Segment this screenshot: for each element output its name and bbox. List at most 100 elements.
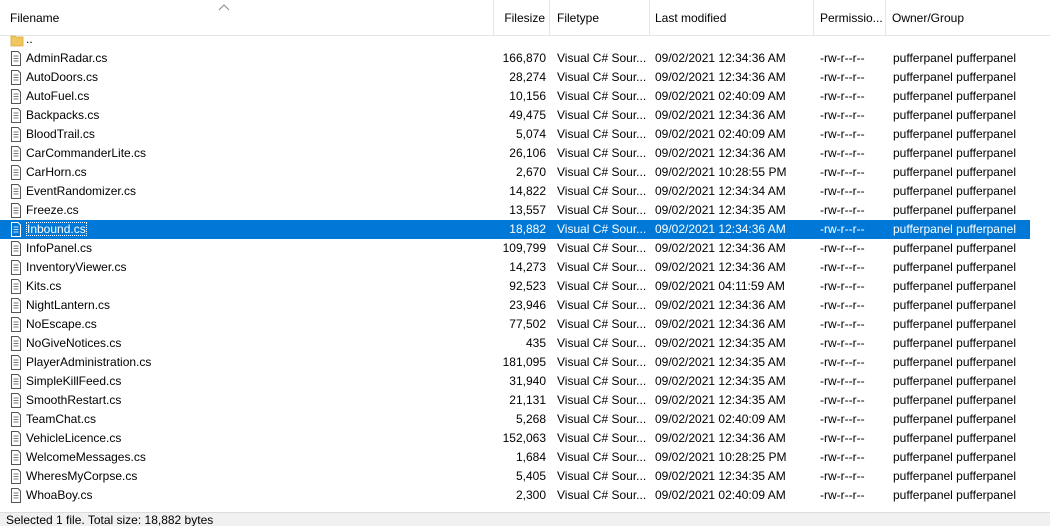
file-icon bbox=[11, 241, 21, 256]
file-owner-group: pufferpanel pufferpanel bbox=[893, 431, 1016, 445]
file-name: VehicleLicence.cs bbox=[26, 431, 122, 445]
file-permissions: -rw-r--r-- bbox=[820, 412, 865, 426]
file-row[interactable]: Freeze.cs 13,557 Visual C# Sour... 09/02/20… bbox=[0, 201, 1030, 220]
file-name: CarHorn.cs bbox=[26, 165, 87, 179]
file-row[interactable]: BloodTrail.cs 5,074 Visual C# Sour... 09/02… bbox=[0, 125, 1030, 144]
file-row[interactable]: AdminRadar.cs 166,870 Visual C# Sour... 09/… bbox=[0, 49, 1030, 68]
file-name: NightLantern.cs bbox=[26, 298, 111, 312]
file-row[interactable]: Inbound.cs 18,882 Visual C# Sour... 09/02/2… bbox=[0, 220, 1030, 239]
file-type: Visual C# Sour... bbox=[557, 317, 647, 331]
file-row[interactable]: InventoryViewer.cs 14,273 Visual C# Sour..… bbox=[0, 258, 1030, 277]
file-permissions: -rw-r--r-- bbox=[820, 450, 865, 464]
file-row[interactable]: AutoFuel.cs 10,156 Visual C# Sour... 09/02/… bbox=[0, 87, 1030, 106]
file-name: NoGiveNotices.cs bbox=[26, 336, 122, 350]
file-row[interactable]: VehicleLicence.cs 152,063 Visual C# Sour..… bbox=[0, 429, 1030, 448]
file-permissions: -rw-r--r-- bbox=[820, 260, 865, 274]
file-row[interactable]: CarHorn.cs 2,670 Visual C# Sour... 09/02/20… bbox=[0, 163, 1030, 182]
file-size: 435 bbox=[525, 336, 546, 350]
file-owner-group: pufferpanel pufferpanel bbox=[893, 488, 1016, 502]
file-icon bbox=[11, 260, 21, 275]
file-row[interactable]: WelcomeMessages.cs 1,684 Visual C# Sour...… bbox=[0, 448, 1030, 467]
file-name: WhoaBoy.cs bbox=[26, 488, 93, 502]
file-size: 23,946 bbox=[509, 298, 546, 312]
file-owner-group: pufferpanel pufferpanel bbox=[893, 203, 1016, 217]
file-permissions: -rw-r--r-- bbox=[820, 317, 865, 331]
file-permissions: -rw-r--r-- bbox=[820, 70, 865, 84]
file-permissions: -rw-r--r-- bbox=[820, 184, 865, 198]
file-permissions: -rw-r--r-- bbox=[820, 89, 865, 103]
file-icon bbox=[11, 317, 21, 332]
file-type: Visual C# Sour... bbox=[557, 241, 647, 255]
file-row[interactable]: InfoPanel.cs 109,799 Visual C# Sour... 09/0… bbox=[0, 239, 1030, 258]
parent-directory-row[interactable]: .. bbox=[0, 30, 1030, 49]
file-type: Visual C# Sour... bbox=[557, 298, 647, 312]
file-size: 166,870 bbox=[502, 51, 546, 65]
parent-directory-label: .. bbox=[26, 32, 33, 46]
file-size: 1,684 bbox=[515, 450, 546, 464]
status-bar: Selected 1 file. Total size: 18,882 byte… bbox=[0, 512, 1050, 526]
file-row[interactable]: Kits.cs 92,523 Visual C# Sour... 09/02/2021… bbox=[0, 277, 1030, 296]
file-icon bbox=[11, 469, 21, 484]
file-size: 2,300 bbox=[515, 488, 546, 502]
file-name: WheresMyCorpse.cs bbox=[26, 469, 138, 483]
file-type: Visual C# Sour... bbox=[557, 146, 647, 160]
file-row[interactable]: SmoothRestart.cs 21,131 Visual C# Sour... 0… bbox=[0, 391, 1030, 410]
file-type: Visual C# Sour... bbox=[557, 279, 647, 293]
file-type: Visual C# Sour... bbox=[557, 431, 647, 445]
file-name: BloodTrail.cs bbox=[26, 127, 95, 141]
file-permissions: -rw-r--r-- bbox=[820, 431, 865, 445]
file-type: Visual C# Sour... bbox=[557, 70, 647, 84]
file-type: Visual C# Sour... bbox=[557, 412, 647, 426]
file-type: Visual C# Sour... bbox=[557, 127, 647, 141]
file-row[interactable]: WhoaBoy.cs 2,300 Visual C# Sour... 09/02/20… bbox=[0, 486, 1030, 505]
file-size: 13,557 bbox=[509, 203, 546, 217]
file-icon bbox=[11, 355, 21, 370]
file-size: 21,131 bbox=[509, 393, 546, 407]
file-last-modified: 09/02/2021 12:34:36 AM bbox=[655, 241, 786, 255]
file-permissions: -rw-r--r-- bbox=[820, 393, 865, 407]
file-icon bbox=[11, 412, 21, 427]
file-row[interactable]: PlayerAdministration.cs 181,095 Visual C# … bbox=[0, 353, 1030, 372]
file-owner-group: pufferpanel pufferpanel bbox=[893, 146, 1016, 160]
file-row[interactable]: NoGiveNotices.cs 435 Visual C# Sour... 09/0… bbox=[0, 334, 1030, 353]
file-name: NoEscape.cs bbox=[26, 317, 97, 331]
file-name: InventoryViewer.cs bbox=[26, 260, 127, 274]
file-last-modified: 09/02/2021 12:34:34 AM bbox=[655, 184, 786, 198]
file-row[interactable]: EventRandomizer.cs 14,822 Visual C# Sour..… bbox=[0, 182, 1030, 201]
file-last-modified: 09/02/2021 04:11:59 AM bbox=[655, 279, 785, 293]
file-last-modified: 09/02/2021 02:40:09 AM bbox=[655, 412, 786, 426]
file-size: 5,074 bbox=[515, 127, 546, 141]
file-permissions: -rw-r--r-- bbox=[820, 222, 865, 236]
file-owner-group: pufferpanel pufferpanel bbox=[893, 279, 1016, 293]
file-last-modified: 09/02/2021 12:34:36 AM bbox=[655, 108, 786, 122]
file-size: 18,882 bbox=[509, 222, 546, 236]
file-row[interactable]: NightLantern.cs 23,946 Visual C# Sour... 09… bbox=[0, 296, 1030, 315]
file-last-modified: 09/02/2021 12:34:35 AM bbox=[655, 203, 786, 217]
file-type: Visual C# Sour... bbox=[557, 450, 647, 464]
file-icon bbox=[11, 336, 21, 351]
file-icon bbox=[11, 222, 21, 237]
file-type: Visual C# Sour... bbox=[557, 51, 647, 65]
file-last-modified: 09/02/2021 12:34:36 AM bbox=[655, 317, 786, 331]
file-row[interactable]: SimpleKillFeed.cs 31,940 Visual C# Sour...… bbox=[0, 372, 1030, 391]
file-row[interactable]: Backpacks.cs 49,475 Visual C# Sour... 09/02… bbox=[0, 106, 1030, 125]
file-permissions: -rw-r--r-- bbox=[820, 279, 865, 293]
file-row[interactable]: NoEscape.cs 77,502 Visual C# Sour... 09/02/… bbox=[0, 315, 1030, 334]
file-owner-group: pufferpanel pufferpanel bbox=[893, 317, 1016, 331]
file-last-modified: 09/02/2021 02:40:09 AM bbox=[655, 127, 786, 141]
file-row[interactable]: AutoDoors.cs 28,274 Visual C# Sour... 09/02… bbox=[0, 68, 1030, 87]
file-size: 49,475 bbox=[509, 108, 546, 122]
file-type: Visual C# Sour... bbox=[557, 203, 647, 217]
file-row[interactable]: CarCommanderLite.cs 26,106 Visual C# Sour.… bbox=[0, 144, 1030, 163]
file-name: AutoDoors.cs bbox=[26, 70, 99, 84]
file-last-modified: 09/02/2021 12:34:35 AM bbox=[655, 393, 786, 407]
file-row[interactable]: WheresMyCorpse.cs 5,405 Visual C# Sour... 0… bbox=[0, 467, 1030, 486]
file-row[interactable]: TeamChat.cs 5,268 Visual C# Sour... 09/02/2… bbox=[0, 410, 1030, 429]
file-icon bbox=[11, 431, 21, 446]
file-type: Visual C# Sour... bbox=[557, 336, 647, 350]
file-type: Visual C# Sour... bbox=[557, 260, 647, 274]
file-permissions: -rw-r--r-- bbox=[820, 241, 865, 255]
file-owner-group: pufferpanel pufferpanel bbox=[893, 108, 1016, 122]
file-last-modified: 09/02/2021 12:34:35 AM bbox=[655, 469, 786, 483]
file-last-modified: 09/02/2021 12:34:35 AM bbox=[655, 355, 786, 369]
